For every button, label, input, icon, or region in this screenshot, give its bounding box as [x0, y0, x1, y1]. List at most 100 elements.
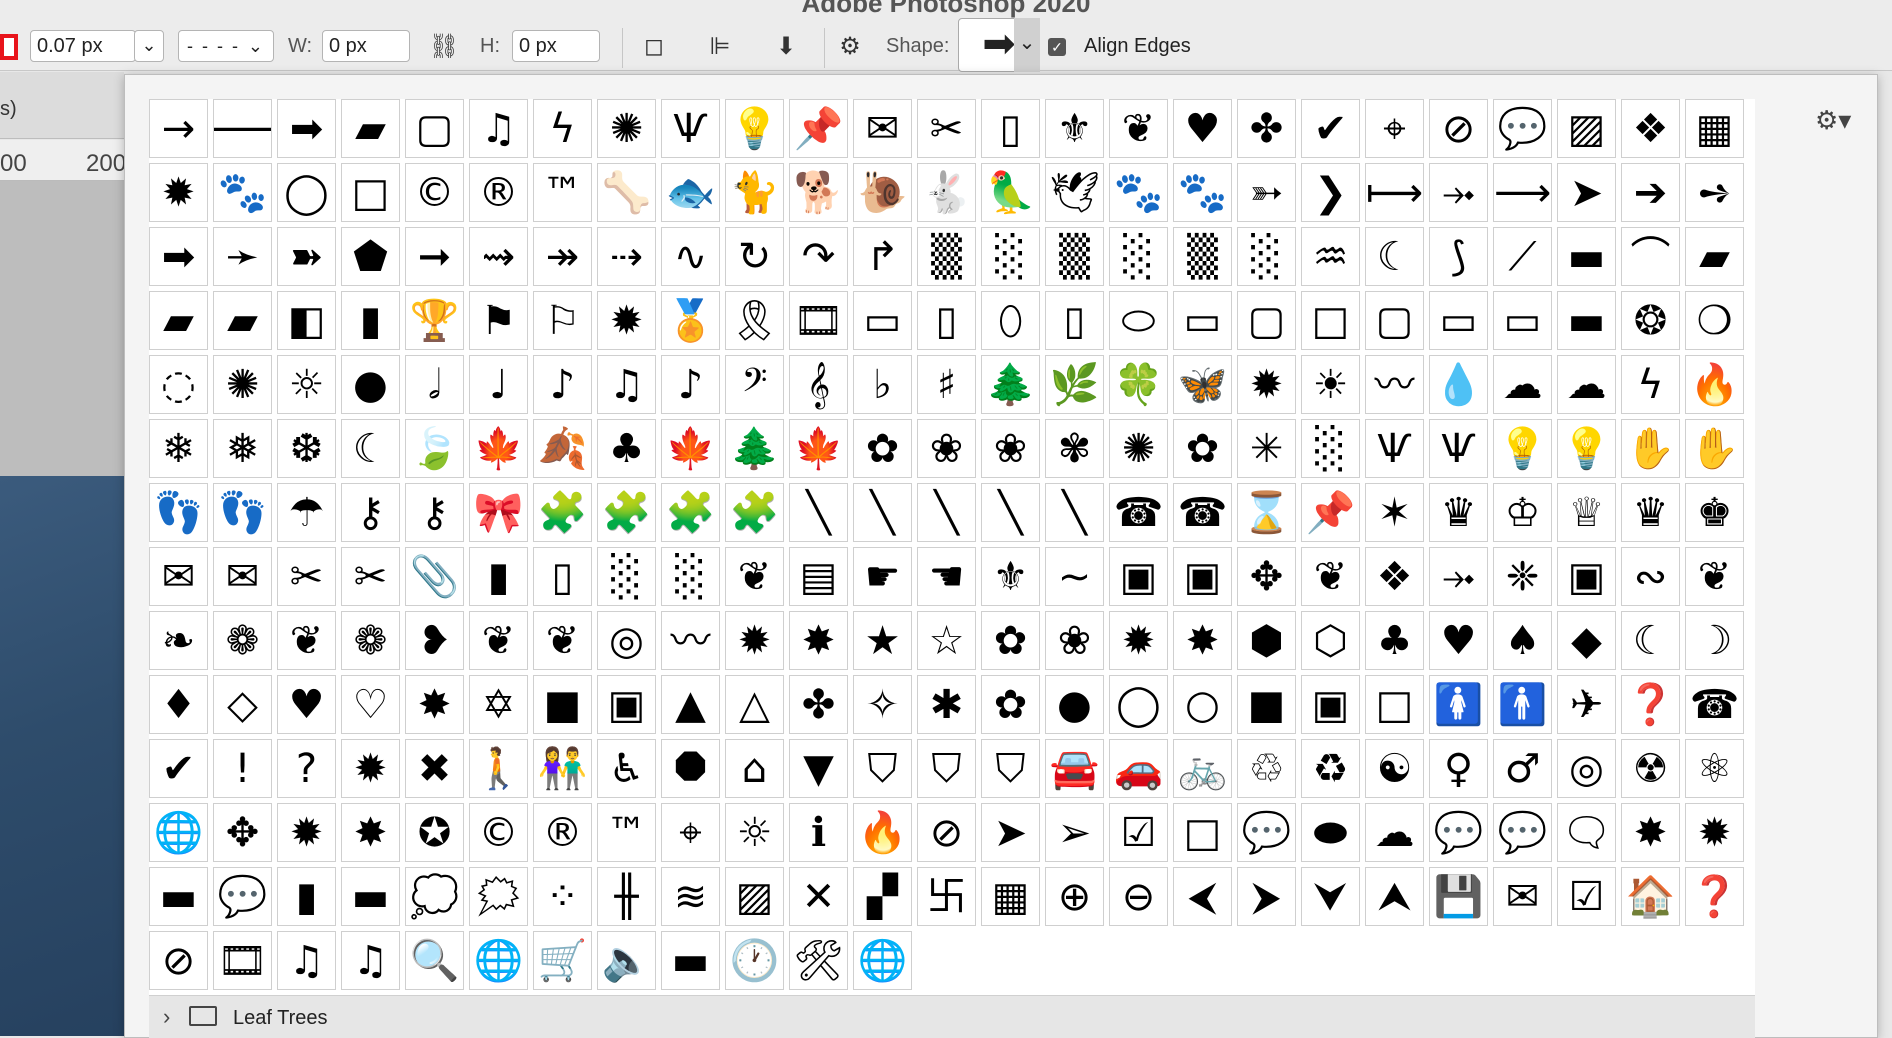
shape-cell[interactable]: ▬ [1557, 227, 1616, 286]
shape-cell[interactable]: ▣ [1109, 547, 1168, 606]
shape-cell[interactable]: ⌒ [1621, 227, 1680, 286]
shape-cell[interactable]: ♭ [853, 355, 912, 414]
shape-cell[interactable]: 👣 [213, 483, 272, 542]
shape-cell[interactable]: ▬ [661, 931, 720, 990]
stroke-width-field[interactable]: 0.07 px [30, 30, 136, 62]
shape-cell[interactable]: ❦ [277, 611, 336, 670]
shape-cell[interactable]: 📌 [789, 99, 848, 158]
shape-cell[interactable]: ❖ [1365, 547, 1424, 606]
shape-cell[interactable]: 🎞 [213, 931, 272, 990]
shape-cell[interactable]: ➔ [1621, 163, 1680, 222]
shape-cell[interactable]: ✂ [341, 547, 400, 606]
shape-cell[interactable]: ♚ [1685, 483, 1744, 542]
shape-cell[interactable]: 💧 [1429, 355, 1488, 414]
shape-cell[interactable]: ◧ [277, 291, 336, 350]
shape-cell[interactable]: 🧩 [661, 483, 720, 542]
shape-cell[interactable]: ☛ [853, 547, 912, 606]
shape-cell[interactable]: 💬 [1429, 803, 1488, 862]
shape-cell[interactable]: ☎ [1173, 483, 1232, 542]
shape-cell[interactable]: ≋ [661, 867, 720, 926]
shape-cell[interactable]: ⌂ [725, 739, 784, 798]
shape-cell[interactable]: 🦴 [597, 163, 656, 222]
shape-cell[interactable]: ⟋ [1493, 227, 1552, 286]
shape-cell[interactable]: ╲ [853, 483, 912, 542]
shape-cell[interactable]: ➢ [1045, 803, 1104, 862]
shape-cell[interactable]: ⊖ [1109, 867, 1168, 926]
shape-cell[interactable]: ❂ [1621, 291, 1680, 350]
shape-cell[interactable]: ❖ [1621, 99, 1680, 158]
shape-cell[interactable]: ✤ [789, 675, 848, 734]
height-field[interactable]: 0 px [512, 30, 600, 62]
shape-cell[interactable]: ▼ [789, 739, 848, 798]
shape-cell[interactable]: 📎 [405, 547, 464, 606]
shape-cell[interactable]: ✋ [1685, 419, 1744, 478]
shape-cell[interactable]: ✸ [341, 803, 400, 862]
shape-cell[interactable]: ☁ [1365, 803, 1424, 862]
shape-cell[interactable]: ⚜ [981, 547, 1040, 606]
shape-cell[interactable]: ⟼ [1365, 163, 1424, 222]
shape-cell[interactable]: ➺ [1685, 163, 1744, 222]
shape-cell[interactable]: ✿ [981, 611, 1040, 670]
shape-cell[interactable]: ✹ [597, 291, 656, 350]
shape-cell[interactable]: ♦ [149, 675, 208, 734]
shape-cell[interactable]: ✸ [1173, 611, 1232, 670]
shape-cell[interactable]: ® [533, 803, 592, 862]
shape-cell[interactable]: 🚗 [1109, 739, 1168, 798]
shape-cell[interactable]: ✡ [469, 675, 528, 734]
shape-cell[interactable]: □ [1365, 675, 1424, 734]
shape-cell[interactable]: 💭 [405, 867, 464, 926]
shape-cell[interactable]: 🚶 [469, 739, 528, 798]
shape-cell[interactable]: 💬 [213, 867, 272, 926]
shape-cell[interactable]: 🕐 [725, 931, 784, 990]
shape-cell[interactable]: ❆ [277, 419, 336, 478]
shape-cell[interactable]: ✹ [1237, 355, 1296, 414]
shape-cell[interactable]: ♂ [1493, 739, 1552, 798]
shape-cell[interactable]: ❧ [149, 611, 208, 670]
shape-cell[interactable]: ⚷ [341, 483, 400, 542]
shape-cell[interactable]: ▮ [277, 867, 336, 926]
shape-cell[interactable]: ⛉ [981, 739, 1040, 798]
shape-cell[interactable]: 🍁 [469, 419, 528, 478]
shape-cell[interactable]: ♣ [1365, 611, 1424, 670]
shape-cell[interactable]: ☾ [1621, 611, 1680, 670]
shape-cell[interactable]: ✹ [277, 803, 336, 862]
shape-cell[interactable]: ❍ [1685, 291, 1744, 350]
shape-cell[interactable]: ➞ [405, 227, 464, 286]
shape-cell[interactable]: ♫ [341, 931, 400, 990]
shape-cell[interactable]: ● [341, 355, 400, 414]
shape-cell[interactable]: 💡 [725, 99, 784, 158]
shape-cell[interactable]: ☆ [917, 611, 976, 670]
shape-cell[interactable]: ◎ [1557, 739, 1616, 798]
shape-cell[interactable]: ▨ [725, 867, 784, 926]
shape-cell[interactable]: 🚺 [1429, 675, 1488, 734]
shape-cell[interactable]: ➛ [213, 227, 272, 286]
shape-cell[interactable]: ▦ [981, 867, 1040, 926]
shape-cell[interactable]: ✉ [149, 547, 208, 606]
shape-cell[interactable]: ♒ [1301, 227, 1360, 286]
shape-cell[interactable]: ♥ [1429, 611, 1488, 670]
shape-cell[interactable]: ⊘ [1429, 99, 1488, 158]
shape-cell[interactable]: ▒ [917, 227, 976, 286]
shape-cell[interactable]: △ [725, 675, 784, 734]
shape-cell[interactable]: ▣ [597, 675, 656, 734]
shape-cell[interactable]: 🍃 [405, 419, 464, 478]
shape-cell[interactable]: ↻ [725, 227, 784, 286]
shape-cell[interactable]: 卐 [917, 867, 976, 926]
shape-cell[interactable]: 🔥 [853, 803, 912, 862]
shape-cell[interactable]: © [405, 163, 464, 222]
shape-cell[interactable]: ♔ [1493, 483, 1552, 542]
shape-cell[interactable]: ░ [661, 547, 720, 606]
shape-cell[interactable]: ! [213, 739, 272, 798]
shape-cell[interactable]: ⌛ [1237, 483, 1296, 542]
shape-cell[interactable]: 🐕 [789, 163, 848, 222]
shape-cell[interactable]: ☑ [1109, 803, 1168, 862]
shape-cell[interactable]: ☾ [341, 419, 400, 478]
panel-settings-gear-icon[interactable]: ⚙▾ [1815, 105, 1851, 136]
shape-cell[interactable]: ◯ [277, 163, 336, 222]
shape-cell[interactable]: 🐇 [917, 163, 976, 222]
shape-cell[interactable]: ♡ [341, 675, 400, 734]
shape-cell[interactable]: ⬢ [1237, 611, 1296, 670]
shape-cell[interactable]: ➡ [149, 227, 208, 286]
shape-cell[interactable]: 🚘 [1045, 739, 1104, 798]
shape-cell[interactable]: ✶ [1365, 483, 1424, 542]
